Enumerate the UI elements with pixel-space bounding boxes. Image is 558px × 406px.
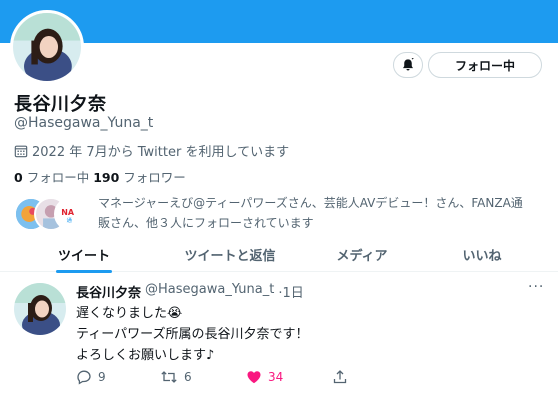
tab-media[interactable]: メディア — [316, 236, 408, 272]
profile-name: 長谷川夕奈 — [14, 94, 107, 115]
more-options-icon[interactable]: ··· — [528, 279, 544, 295]
bell-icon — [403, 58, 414, 71]
tweet-author-avatar[interactable] — [14, 283, 66, 335]
tweet-text: 遅くなりました😭 ティーパワーズ所属の長谷川夕奈です！ よろしくお願いします♪ — [76, 306, 309, 363]
tweet-header: 長谷川夕奈 @Hasegawa_Yuna_t ·1日 — [76, 282, 304, 301]
reply-button[interactable]: 9 — [76, 369, 106, 385]
retweet-icon — [161, 371, 177, 383]
tweet-actions: 9 6 34 — [76, 369, 366, 389]
tab-tweets[interactable]: ツイート — [32, 236, 136, 273]
joined-date: 2022 年 7月から Twitter を利用しています — [14, 141, 289, 160]
share-icon — [333, 370, 347, 384]
calendar-icon — [14, 145, 28, 157]
following-link[interactable]: 0 フォロー中 — [14, 170, 89, 185]
profile-avatar[interactable] — [10, 10, 84, 84]
svg-text:NA: NA — [61, 208, 75, 217]
notification-bell-button[interactable] — [393, 52, 423, 78]
following-button[interactable]: フォロー中 — [428, 52, 542, 78]
followed-by-text[interactable]: マネージャーえび@ティーパワーズさん、芸能人AVデビュー！さん、FANZA通 販… — [98, 193, 548, 233]
profile-banner[interactable] — [0, 0, 558, 43]
tab-tweets-and-replies[interactable]: ツイートと返信 — [168, 236, 292, 272]
tweet-timestamp[interactable]: ·1日 — [278, 282, 303, 301]
tweet-author-handle[interactable]: @Hasegawa_Yuna_t — [145, 282, 274, 301]
follower-avatar: NA 通 — [54, 197, 88, 231]
tweet-author-name[interactable]: 長谷川夕奈 — [76, 282, 141, 301]
follow-counts: 0 フォロー中 190 フォロワー — [14, 167, 186, 186]
retweet-button[interactable]: 6 — [160, 369, 192, 385]
tweet[interactable]: 長谷川夕奈 @Hasegawa_Yuna_t ·1日 ··· 遅くなりました😭 … — [0, 273, 558, 406]
followers-link[interactable]: 190 フォロワー — [93, 170, 186, 185]
tab-likes[interactable]: いいね — [436, 236, 528, 272]
followed-by-avatars[interactable]: NA 通 — [14, 197, 94, 233]
share-button[interactable] — [332, 369, 348, 385]
like-button[interactable]: 34 — [246, 369, 283, 385]
joined-text: 2022 年 7月から Twitter を利用しています — [32, 145, 290, 160]
profile-handle: @Hasegawa_Yuna_t — [14, 115, 154, 131]
svg-text:通: 通 — [67, 216, 73, 224]
heart-filled-icon — [247, 371, 261, 384]
profile-tabs: ツイート ツイートと返信 メディア いいね — [0, 236, 558, 273]
reply-icon — [77, 370, 91, 385]
